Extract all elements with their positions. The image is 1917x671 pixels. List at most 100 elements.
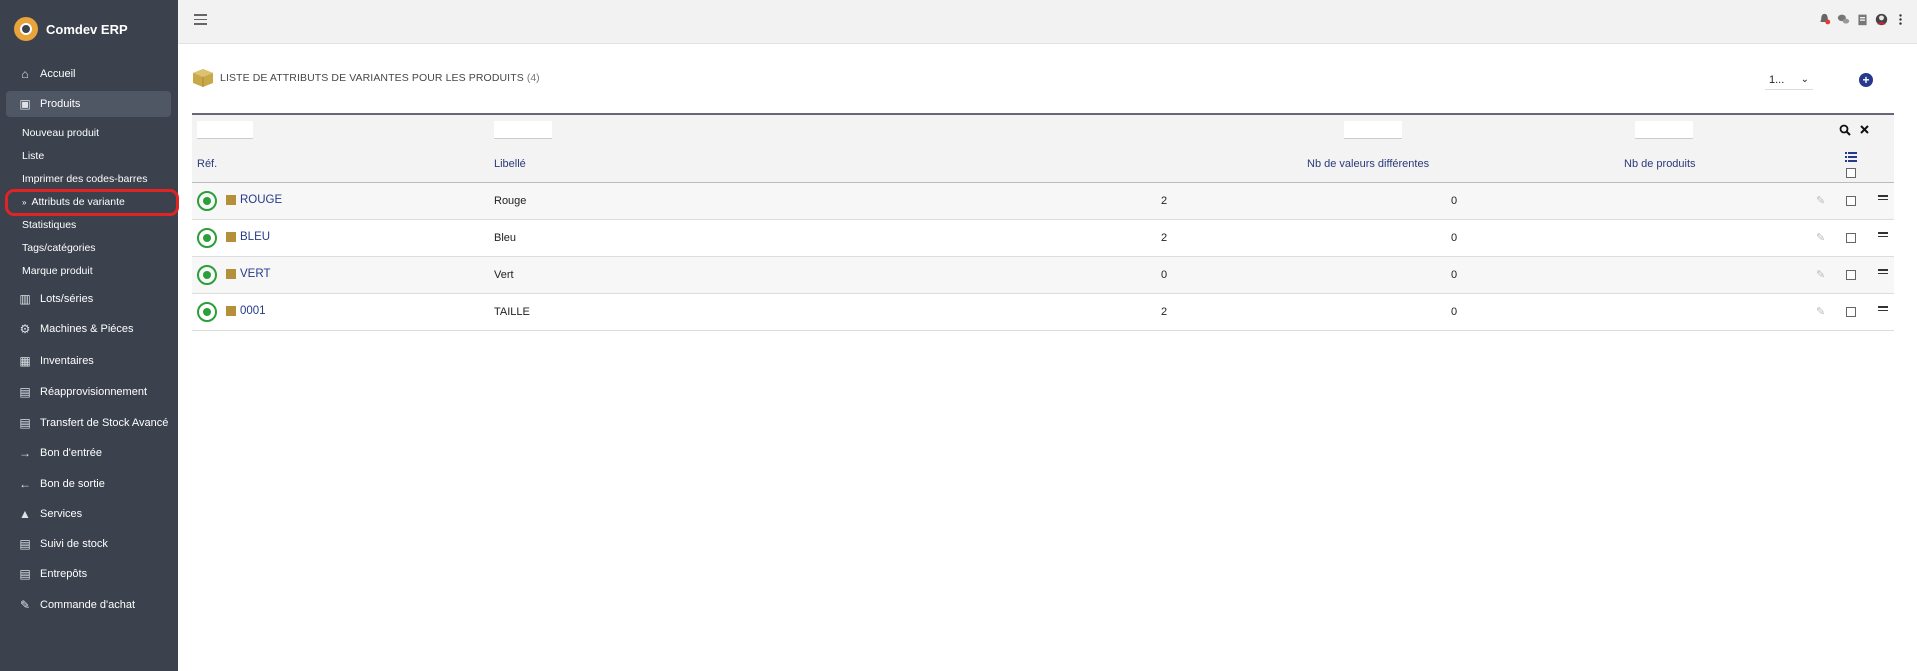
- sidebar-item-label: Accueil: [40, 68, 76, 80]
- sidebar-subitem-statistiques[interactable]: Statistiques: [22, 216, 76, 234]
- sidebar-item-label: Bon d'entrée: [40, 447, 103, 459]
- column-list-icon[interactable]: [1845, 152, 1857, 162]
- clear-filter-icon[interactable]: [1859, 124, 1870, 135]
- filter-nb-values-input[interactable]: [1344, 121, 1402, 139]
- column-header-ref[interactable]: Réf.: [197, 158, 217, 170]
- menu-toggle-icon[interactable]: [194, 14, 207, 25]
- sidebar-item-produits[interactable]: ▣ Produits: [6, 91, 171, 117]
- column-header-label[interactable]: Libellé: [494, 158, 526, 170]
- drag-handle-icon[interactable]: [1878, 232, 1888, 239]
- row-checkbox[interactable]: [1846, 270, 1856, 280]
- per-page-value: 1...: [1769, 73, 1785, 86]
- sidebar-subitem-nouveau-produit[interactable]: Nouveau produit: [22, 124, 99, 142]
- sidebar-item-inventaires[interactable]: ▦ Inventaires: [6, 348, 171, 374]
- record-count: (4): [526, 72, 540, 84]
- sidebar-item-label: Lots/séries: [40, 293, 94, 305]
- box-open-icon: ▤: [19, 385, 31, 399]
- sidebar-subitem-liste[interactable]: Liste: [22, 147, 44, 165]
- row-nb-products: 0: [1450, 232, 1458, 244]
- row-ref-link[interactable]: BLEU: [240, 231, 270, 243]
- row-ref-link[interactable]: VERT: [240, 268, 270, 280]
- bell-icon: ▲: [19, 507, 31, 521]
- row-label: TAILLE: [494, 306, 530, 318]
- cogs-icon: ⚙: [19, 322, 31, 336]
- row-checkbox[interactable]: [1846, 233, 1856, 243]
- row-ref-link[interactable]: ROUGE: [240, 194, 282, 206]
- sidebar-item-label: Machines & Piéces: [40, 323, 134, 335]
- edit-pencil-icon[interactable]: ✎: [1816, 231, 1825, 244]
- search-icon[interactable]: [1839, 124, 1851, 136]
- edit-pencil-icon[interactable]: ✎: [1816, 194, 1825, 207]
- drag-handle-icon[interactable]: [1878, 306, 1888, 313]
- row-nb-products: 0: [1450, 306, 1458, 318]
- sidebar-item-commande-achat[interactable]: ✎ Commande d'achat: [6, 592, 171, 618]
- app-name: Comdev ERP: [46, 21, 128, 37]
- dolly-icon: ✎: [19, 598, 31, 612]
- select-all-checkbox[interactable]: [1846, 168, 1856, 178]
- chat-icon[interactable]: [1837, 13, 1850, 26]
- table-body: ROUGE Rouge 2 0 ✎ BLEU Bleu 2 0 ✎ VERT V…: [192, 183, 1894, 331]
- sidebar-subitem-marque-produit[interactable]: Marque produit: [22, 262, 93, 280]
- column-header-nb-values[interactable]: Nb de valeurs différentes: [1307, 158, 1429, 170]
- row-ref-link[interactable]: 0001: [240, 305, 266, 317]
- top-bar: [178, 0, 1917, 44]
- sidebar-item-bon-entree[interactable]: → Bon d'entrée: [6, 440, 171, 466]
- sidebar-item-label: Commande d'achat: [40, 599, 136, 611]
- sidebar-item-label: Produits: [40, 98, 81, 110]
- row-nb-products: 0: [1450, 269, 1458, 281]
- row-nb-values: 2: [1160, 232, 1168, 244]
- edit-pencil-icon[interactable]: ✎: [1816, 305, 1825, 318]
- row-checkbox[interactable]: [1846, 196, 1856, 206]
- comdev-logo-icon: [14, 17, 38, 41]
- whatsapp-icon[interactable]: [197, 228, 217, 248]
- filter-buttons: [1839, 124, 1870, 136]
- more-vertical-icon[interactable]: [1894, 13, 1907, 26]
- user-avatar-icon[interactable]: [1875, 13, 1888, 26]
- sidebar-item-suivi-stock[interactable]: ▤ Suivi de stock: [6, 531, 171, 557]
- sidebar-item-lots-series[interactable]: ▥ Lots/séries: [6, 286, 171, 312]
- clipboard-icon[interactable]: [1856, 13, 1869, 26]
- sidebar-item-bon-sortie[interactable]: ← Bon de sortie: [6, 471, 171, 497]
- product-icon: [226, 232, 236, 242]
- row-label: Bleu: [494, 232, 517, 244]
- filter-nb-products-input[interactable]: [1635, 121, 1693, 139]
- product-icon: [226, 195, 236, 205]
- row-label: Rouge: [494, 195, 527, 207]
- sidebar-subitem-tags-categories[interactable]: Tags/catégories: [22, 239, 96, 257]
- sidebar-item-entrepots[interactable]: ▤ Entrepôts: [6, 561, 171, 587]
- highlight-annotation: [5, 189, 179, 216]
- sidebar-item-label: Services: [40, 508, 83, 520]
- product-icon: [226, 269, 236, 279]
- sidebar-item-machines-pieces[interactable]: ⚙ Machines & Piéces: [6, 316, 171, 342]
- drag-handle-icon[interactable]: [1878, 269, 1888, 276]
- sidebar-item-transfert-stock[interactable]: ▤ Transfert de Stock Avancé: [6, 410, 171, 436]
- boxes-icon: ▦: [19, 354, 31, 368]
- sidebar-item-reapprovisionnement[interactable]: ▤ Réapprovisionnement: [6, 379, 171, 405]
- product-box-icon: [193, 69, 213, 87]
- brand[interactable]: Comdev ERP: [14, 17, 128, 41]
- sidebar-subitem-imprimer-codes-barres[interactable]: Imprimer des codes-barres: [22, 170, 147, 188]
- box-open-icon: ▤: [19, 537, 31, 551]
- sidebar-item-label: Inventaires: [40, 355, 94, 367]
- filter-label-input[interactable]: [494, 121, 552, 139]
- home-icon: ⌂: [21, 67, 29, 81]
- edit-pencil-icon[interactable]: ✎: [1816, 268, 1825, 281]
- whatsapp-icon[interactable]: [197, 191, 217, 211]
- notification-bell-icon[interactable]: [1818, 13, 1831, 26]
- per-page-select[interactable]: 1... ⌄: [1765, 70, 1813, 90]
- page-title: LISTE DE ATTRIBUTS DE VARIANTES POUR LES…: [220, 72, 524, 84]
- column-header-nb-products[interactable]: Nb de produits: [1624, 158, 1696, 170]
- whatsapp-icon[interactable]: [197, 302, 217, 322]
- sidebar-item-label: Transfert de Stock Avancé: [40, 417, 169, 429]
- arrow-left-icon: ←: [19, 477, 31, 491]
- add-button[interactable]: +: [1859, 73, 1873, 87]
- row-checkbox[interactable]: [1846, 307, 1856, 317]
- drag-handle-icon[interactable]: [1878, 195, 1888, 202]
- row-nb-values: 2: [1160, 306, 1168, 318]
- whatsapp-icon[interactable]: [197, 265, 217, 285]
- sidebar-item-accueil[interactable]: ⌂ Accueil: [6, 61, 171, 87]
- filter-ref-input[interactable]: [197, 121, 253, 139]
- table-row: BLEU Bleu 2 0 ✎: [192, 220, 1894, 257]
- sidebar: Comdev ERP ⌂ Accueil ▣ Produits Nouveau …: [0, 0, 179, 671]
- sidebar-item-services[interactable]: ▲ Services: [6, 501, 171, 527]
